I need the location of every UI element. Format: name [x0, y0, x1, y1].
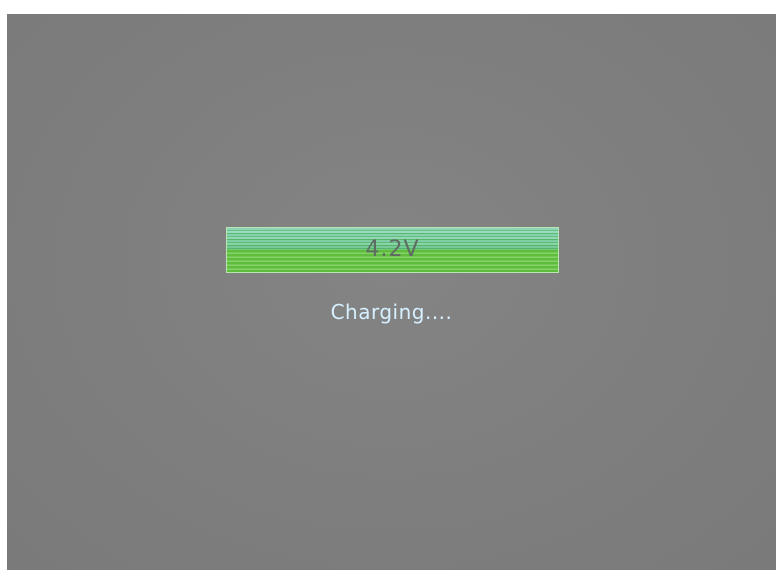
device-screen: 4.2V Charging....	[7, 14, 776, 570]
battery-level-bar: 4.2V	[226, 227, 559, 273]
voltage-readout: 4.2V	[365, 237, 420, 262]
charging-status-text: Charging....	[330, 300, 453, 324]
